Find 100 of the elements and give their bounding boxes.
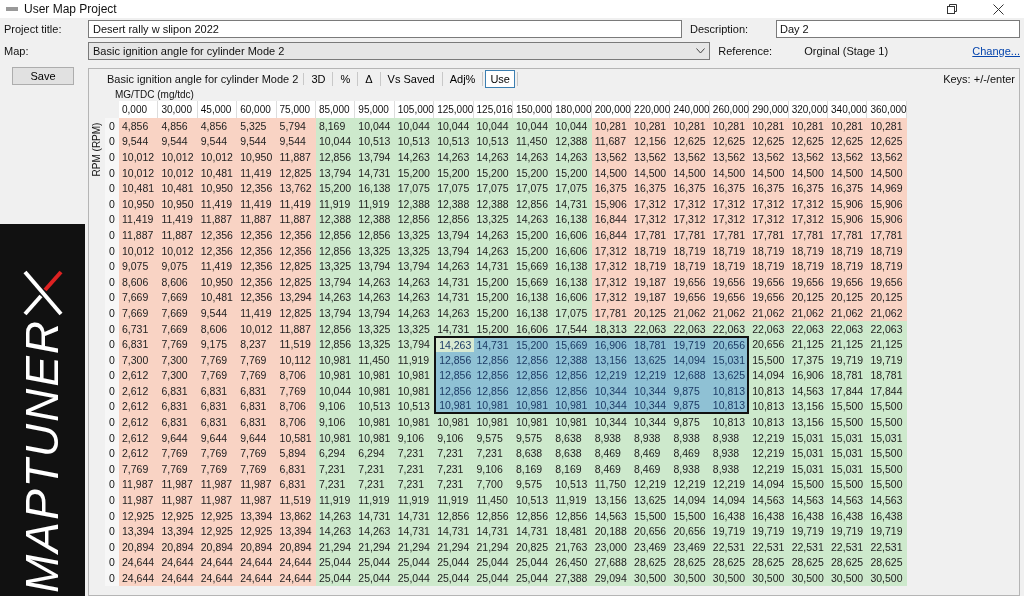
table-cell[interactable]: 15,200: [512, 336, 553, 352]
table-cell[interactable]: 25,044: [394, 570, 435, 586]
table-cell[interactable]: 12,856: [434, 383, 474, 399]
table-cell[interactable]: 8,938: [670, 461, 710, 477]
table-cell[interactable]: 13,562: [788, 149, 829, 165]
table-cell[interactable]: 10,481: [119, 180, 159, 196]
table-cell[interactable]: 14,263: [315, 523, 356, 540]
table-cell[interactable]: 17,844: [867, 383, 907, 399]
table-cell[interactable]: 13,794: [434, 227, 474, 243]
table-cell[interactable]: 11,919: [315, 492, 356, 508]
table-cell[interactable]: 7,231: [434, 445, 474, 462]
table-cell[interactable]: 6,831: [197, 414, 238, 430]
table-cell[interactable]: 13,794: [355, 149, 395, 165]
table-cell[interactable]: 23,469: [670, 539, 710, 555]
table-cell[interactable]: 14,263: [394, 149, 435, 165]
table-cell[interactable]: 16,375: [788, 180, 829, 196]
table-cell[interactable]: 14,731: [473, 336, 513, 352]
table-cell[interactable]: 16,375: [631, 180, 671, 196]
table-cell[interactable]: 13,325: [355, 336, 395, 352]
table-cell[interactable]: 30,500: [828, 570, 868, 586]
table-cell[interactable]: 25,044: [473, 570, 513, 586]
table-cell[interactable]: 17,844: [828, 383, 868, 399]
table-cell[interactable]: 16,375: [591, 180, 632, 196]
table-cell[interactable]: 9,875: [670, 414, 710, 430]
table-cell[interactable]: 14,263: [394, 305, 435, 321]
table-cell[interactable]: 6,294: [315, 445, 356, 462]
table-cell[interactable]: 16,375: [670, 180, 710, 196]
table-cell[interactable]: 21,062: [788, 305, 829, 321]
table-cell[interactable]: 17,781: [591, 305, 632, 321]
change-link[interactable]: Change...: [972, 45, 1020, 57]
table-cell[interactable]: 23,469: [631, 539, 671, 555]
table-cell[interactable]: 12,856: [315, 149, 356, 165]
table-cell[interactable]: 19,719: [828, 523, 868, 540]
table-cell[interactable]: 12,219: [749, 461, 789, 477]
table-cell[interactable]: 8,469: [591, 445, 632, 462]
table-cell[interactable]: 18,719: [709, 258, 750, 274]
table-cell[interactable]: 19,719: [867, 523, 907, 540]
table-cell[interactable]: 2,612: [119, 383, 159, 399]
table-cell[interactable]: 18,719: [867, 258, 907, 274]
table-cell[interactable]: 17,075: [552, 305, 592, 321]
table-cell[interactable]: 2,612: [119, 414, 159, 430]
table-cell[interactable]: 16,375: [749, 180, 789, 196]
table-cell[interactable]: 10,813: [749, 414, 789, 430]
table-cell[interactable]: 11,419: [197, 258, 238, 274]
table-cell[interactable]: 17,075: [512, 180, 553, 196]
table-cell[interactable]: 30,500: [631, 570, 671, 586]
table-cell[interactable]: 10,981: [512, 414, 553, 430]
table-cell[interactable]: 6,294: [355, 445, 395, 462]
table-cell[interactable]: 21,062: [670, 305, 710, 321]
table-cell[interactable]: 10,281: [709, 118, 750, 134]
table-cell[interactable]: 10,981: [355, 383, 395, 399]
table-cell[interactable]: 8,706: [276, 414, 316, 430]
table-cell[interactable]: 21,125: [828, 336, 868, 352]
table-cell[interactable]: 11,887: [158, 227, 198, 243]
table-cell[interactable]: 10,981: [473, 414, 513, 430]
table-cell[interactable]: 17,781: [631, 227, 671, 243]
table-cell[interactable]: 8,469: [591, 461, 632, 477]
table-cell[interactable]: 21,294: [394, 539, 435, 555]
table-cell[interactable]: 4,856: [158, 118, 198, 134]
table-cell[interactable]: 22,531: [749, 539, 789, 555]
table-cell[interactable]: 14,263: [434, 305, 474, 321]
table-cell[interactable]: 16,844: [591, 227, 632, 243]
table-cell[interactable]: 10,044: [315, 383, 356, 399]
table-cell[interactable]: 14,563: [749, 492, 789, 508]
table-cell[interactable]: 7,769: [158, 336, 198, 352]
table-cell[interactable]: 11,987: [237, 492, 277, 508]
table-cell[interactable]: 10,012: [197, 149, 238, 165]
table-cell[interactable]: 16,138: [355, 180, 395, 196]
table-cell[interactable]: 15,031: [828, 461, 868, 477]
table-cell[interactable]: 13,562: [828, 149, 868, 165]
table-cell[interactable]: 18,719: [788, 258, 829, 274]
table-cell[interactable]: 11,987: [119, 492, 159, 508]
table-cell[interactable]: 13,562: [670, 149, 710, 165]
table-cell[interactable]: 13,794: [394, 336, 435, 352]
table-cell[interactable]: 13,794: [394, 258, 435, 274]
table-cell[interactable]: 24,644: [197, 570, 238, 586]
table-cell[interactable]: 7,769: [237, 461, 277, 477]
table-cell[interactable]: 10,344: [631, 414, 671, 430]
table-cell[interactable]: 20,125: [631, 305, 671, 321]
toolbar-button[interactable]: %: [335, 70, 356, 88]
table-cell[interactable]: 8,469: [670, 445, 710, 462]
table-cell[interactable]: 15,200: [315, 180, 356, 196]
table-cell[interactable]: 10,281: [867, 118, 907, 134]
table-cell[interactable]: 7,231: [473, 445, 513, 462]
table-cell[interactable]: 14,563: [788, 492, 829, 508]
table-cell[interactable]: 15,200: [473, 305, 513, 321]
table-cell[interactable]: 23,000: [591, 539, 632, 555]
table-cell[interactable]: 8,638: [552, 445, 592, 462]
table-cell[interactable]: 12,856: [315, 336, 356, 352]
table-cell[interactable]: 24,644: [237, 570, 277, 586]
table-cell[interactable]: 30,500: [867, 570, 907, 586]
table-cell[interactable]: 6,831: [237, 383, 277, 399]
table-cell[interactable]: 7,231: [315, 461, 356, 477]
table-cell[interactable]: 9,075: [158, 258, 198, 274]
table-cell[interactable]: 21,125: [788, 336, 829, 352]
table-cell[interactable]: 25,044: [512, 570, 553, 586]
table-cell[interactable]: 30,500: [788, 570, 829, 586]
toolbar-button[interactable]: Use: [485, 70, 515, 88]
table-cell[interactable]: 7,769: [197, 461, 238, 477]
table-cell[interactable]: 8,938: [709, 445, 750, 462]
